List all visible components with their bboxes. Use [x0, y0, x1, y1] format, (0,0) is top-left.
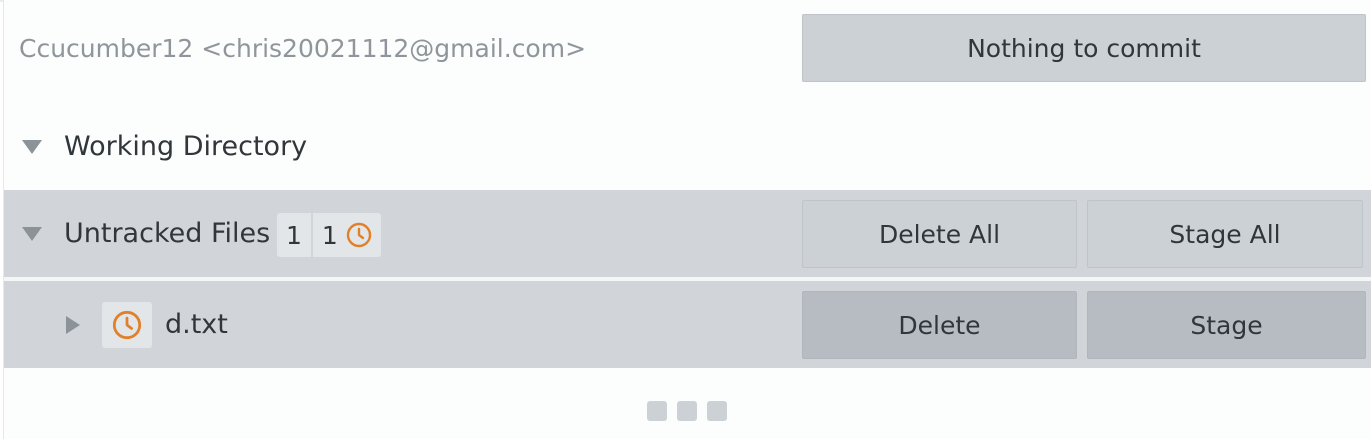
delete-all-button[interactable]: Delete All — [802, 200, 1077, 268]
untracked-count-badge: 1 1 — [277, 213, 381, 257]
commit-button[interactable]: Nothing to commit — [802, 14, 1366, 82]
file-row-d-txt[interactable]: d.txt Delete Stage — [4, 281, 1371, 368]
commit-panel: Ccucumber12 <chris20021112@gmail.com> No… — [3, 0, 1371, 439]
delete-button[interactable]: Delete — [802, 291, 1077, 359]
more-indicator[interactable] — [647, 401, 727, 421]
untracked-count: 1 — [310, 213, 381, 257]
untracked-files-header[interactable]: Untracked Files 1 1 Delete All Stage All — [4, 190, 1371, 277]
more-dot — [707, 401, 727, 421]
working-directory-title: Working Directory — [64, 131, 308, 162]
collapse-triangle-icon[interactable] — [22, 227, 42, 241]
file-name: d.txt — [165, 309, 228, 340]
expand-triangle-icon[interactable] — [66, 316, 80, 334]
file-status-icon — [102, 302, 152, 348]
clock-icon — [112, 310, 142, 340]
more-dot — [677, 401, 697, 421]
stage-all-button[interactable]: Stage All — [1087, 200, 1363, 268]
untracked-count-value: 1 — [321, 220, 338, 250]
file-count: 1 — [277, 213, 311, 257]
untracked-files-title: Untracked Files — [64, 218, 271, 249]
stage-button[interactable]: Stage — [1087, 291, 1366, 359]
clock-icon — [346, 222, 372, 248]
commit-author: Ccucumber12 <chris20021112@gmail.com> — [19, 34, 587, 63]
file-count-value: 1 — [286, 220, 302, 250]
more-dot — [647, 401, 667, 421]
collapse-triangle-icon[interactable] — [22, 140, 42, 154]
working-directory-header[interactable]: Working Directory — [4, 110, 1371, 184]
